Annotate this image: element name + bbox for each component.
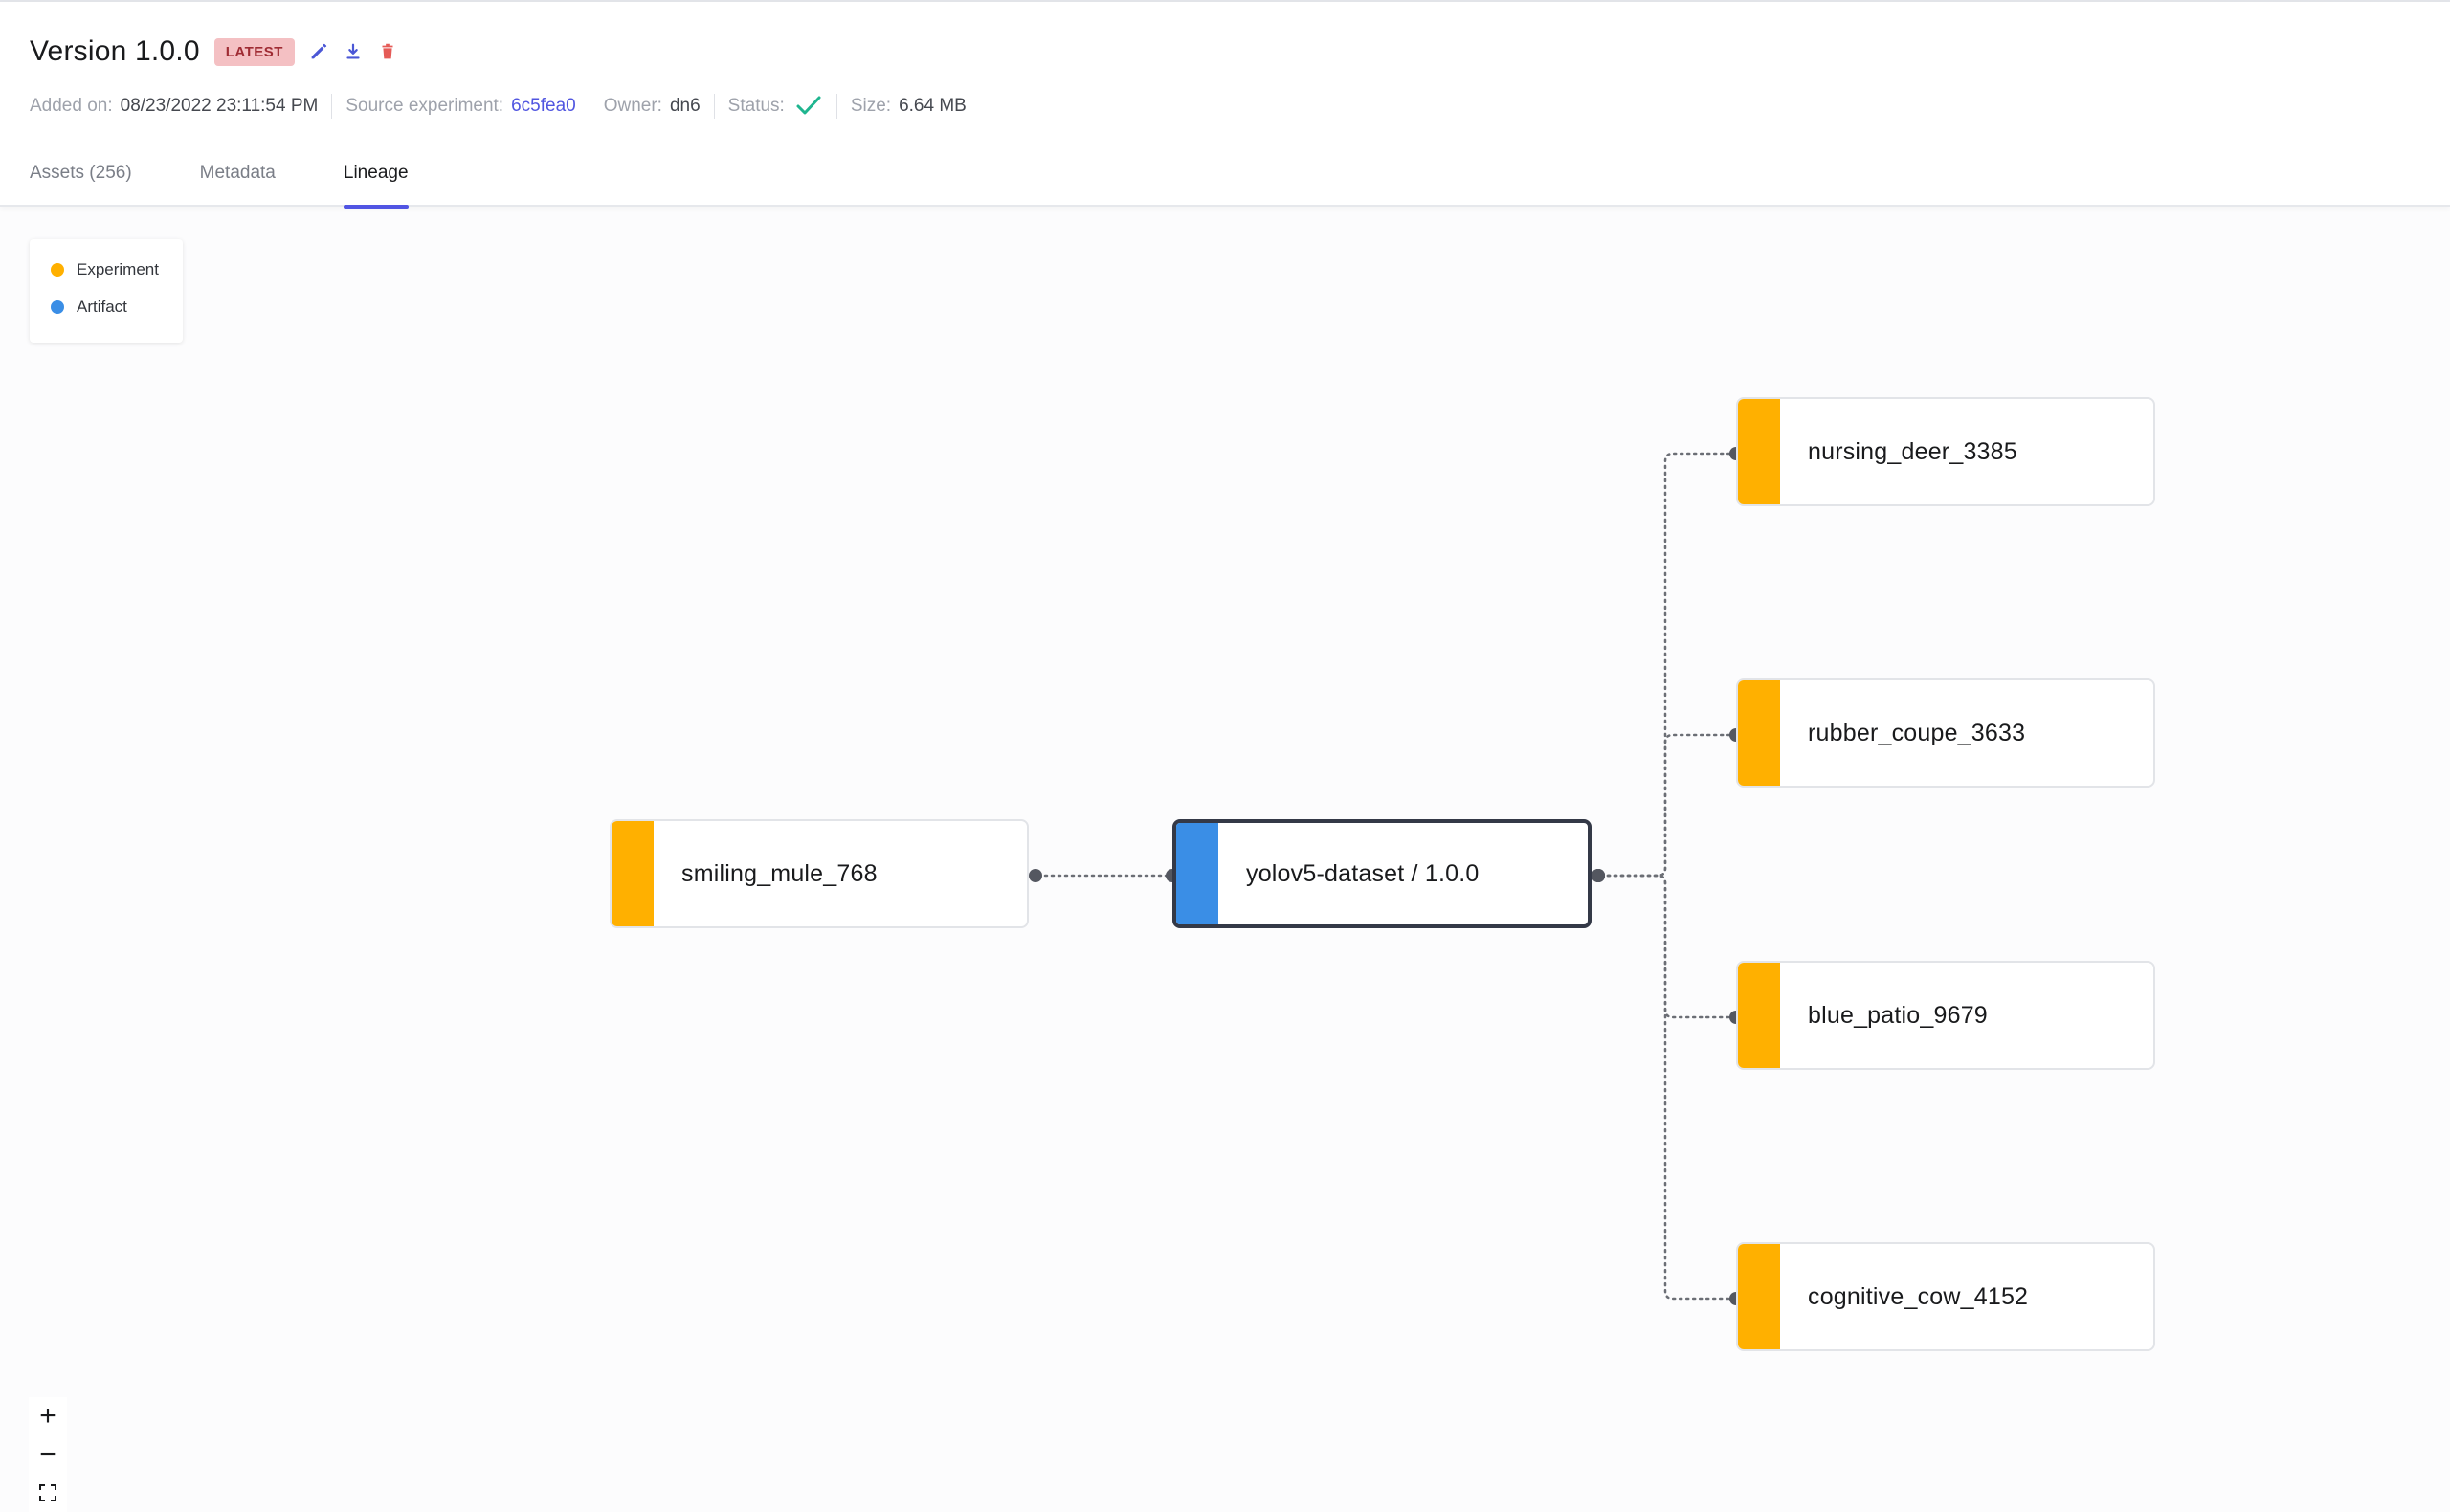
source-experiment-label: Source experiment:: [345, 96, 504, 116]
lineage-node[interactable]: nursing_deer_3385: [1736, 397, 2155, 506]
lineage-node[interactable]: blue_patio_9679: [1736, 961, 2155, 1070]
tab-assets[interactable]: Assets (256): [30, 155, 132, 207]
experiment-color-stripe: [612, 821, 654, 926]
artifact-color-stripe: [1176, 823, 1218, 924]
node-label: nursing_deer_3385: [1808, 437, 2017, 465]
title-row: Version 1.0.0 LATEST: [30, 31, 398, 73]
owner-value: dn6: [669, 96, 701, 116]
connection-handle[interactable]: [1029, 869, 1042, 882]
tab-lineage[interactable]: Lineage: [343, 155, 409, 209]
lineage-edge: [1592, 874, 1734, 1301]
legend-item-experiment: Experiment: [51, 260, 159, 279]
meta-divider: [331, 94, 333, 119]
artifact-dot-icon: [51, 300, 64, 314]
version-header: Version 1.0.0 LATEST Added on: 08/23/202…: [0, 2, 2450, 209]
zoom-out-button[interactable]: −: [29, 1435, 67, 1474]
trash-icon[interactable]: [377, 41, 398, 62]
download-icon[interactable]: [343, 41, 364, 62]
legend-item-artifact: Artifact: [51, 298, 127, 317]
node-label: rubber_coupe_3633: [1808, 719, 2026, 746]
meta-row: Added on: 08/23/2022 23:11:54 PM Source …: [30, 92, 967, 121]
experiment-color-stripe: [1738, 1244, 1780, 1349]
owner: Owner: dn6: [604, 96, 701, 117]
experiment-color-stripe: [1738, 963, 1780, 1068]
experiment-dot-icon: [51, 263, 64, 277]
lineage-node[interactable]: rubber_coupe_3633: [1736, 678, 2155, 788]
status: Status:: [728, 94, 823, 119]
pencil-icon[interactable]: [308, 41, 329, 62]
node-label: cognitive_cow_4152: [1808, 1282, 2029, 1310]
connection-handle[interactable]: [1592, 869, 1605, 882]
lineage-edge: [1592, 874, 1734, 1019]
legend-label: Experiment: [77, 260, 159, 278]
lineage-node[interactable]: cognitive_cow_4152: [1736, 1242, 2155, 1351]
graph-legend: Experiment Artifact: [30, 239, 183, 343]
node-label: yolov5-dataset / 1.0.0: [1246, 859, 1480, 887]
source-experiment: Source experiment: 6c5fea0: [345, 96, 575, 117]
meta-divider: [835, 94, 837, 119]
status-label: Status:: [727, 96, 785, 116]
node-label: blue_patio_9679: [1808, 1001, 1988, 1029]
tab-metadata[interactable]: Metadata: [200, 155, 276, 207]
added-on: Added on: 08/23/2022 23:11:54 PM: [30, 96, 318, 117]
connection-handle[interactable]: [1592, 869, 1605, 882]
lineage-node[interactable]: smiling_mule_768: [610, 819, 1029, 928]
legend-label: Artifact: [77, 298, 127, 316]
meta-divider: [713, 94, 715, 119]
experiment-color-stripe: [1738, 399, 1780, 504]
connection-handle[interactable]: [1592, 869, 1605, 882]
added-on-label: Added on:: [30, 96, 113, 116]
experiment-color-stripe: [1738, 680, 1780, 786]
lineage-edge: [1592, 733, 1734, 878]
lineage-node[interactable]: yolov5-dataset / 1.0.0: [1172, 819, 1592, 928]
check-icon: [794, 94, 823, 119]
size-label: Size:: [850, 96, 892, 116]
fit-view-icon[interactable]: [29, 1474, 67, 1512]
size-value: 6.64 MB: [899, 96, 967, 116]
size: Size: 6.64 MB: [851, 96, 967, 117]
zoom-in-button[interactable]: +: [29, 1397, 67, 1435]
owner-label: Owner:: [603, 96, 662, 116]
zoom-controls: + −: [29, 1397, 67, 1512]
connection-handle[interactable]: [1592, 869, 1605, 882]
added-on-value: 08/23/2022 23:11:54 PM: [120, 96, 319, 116]
node-label: smiling_mule_768: [681, 859, 878, 887]
latest-badge: LATEST: [213, 37, 295, 66]
source-experiment-link[interactable]: 6c5fea0: [511, 96, 576, 117]
lineage-edge: [1592, 452, 1734, 878]
page-title: Version 1.0.0: [30, 35, 200, 67]
tab-bar: Assets (256) Metadata Lineage: [30, 155, 477, 209]
